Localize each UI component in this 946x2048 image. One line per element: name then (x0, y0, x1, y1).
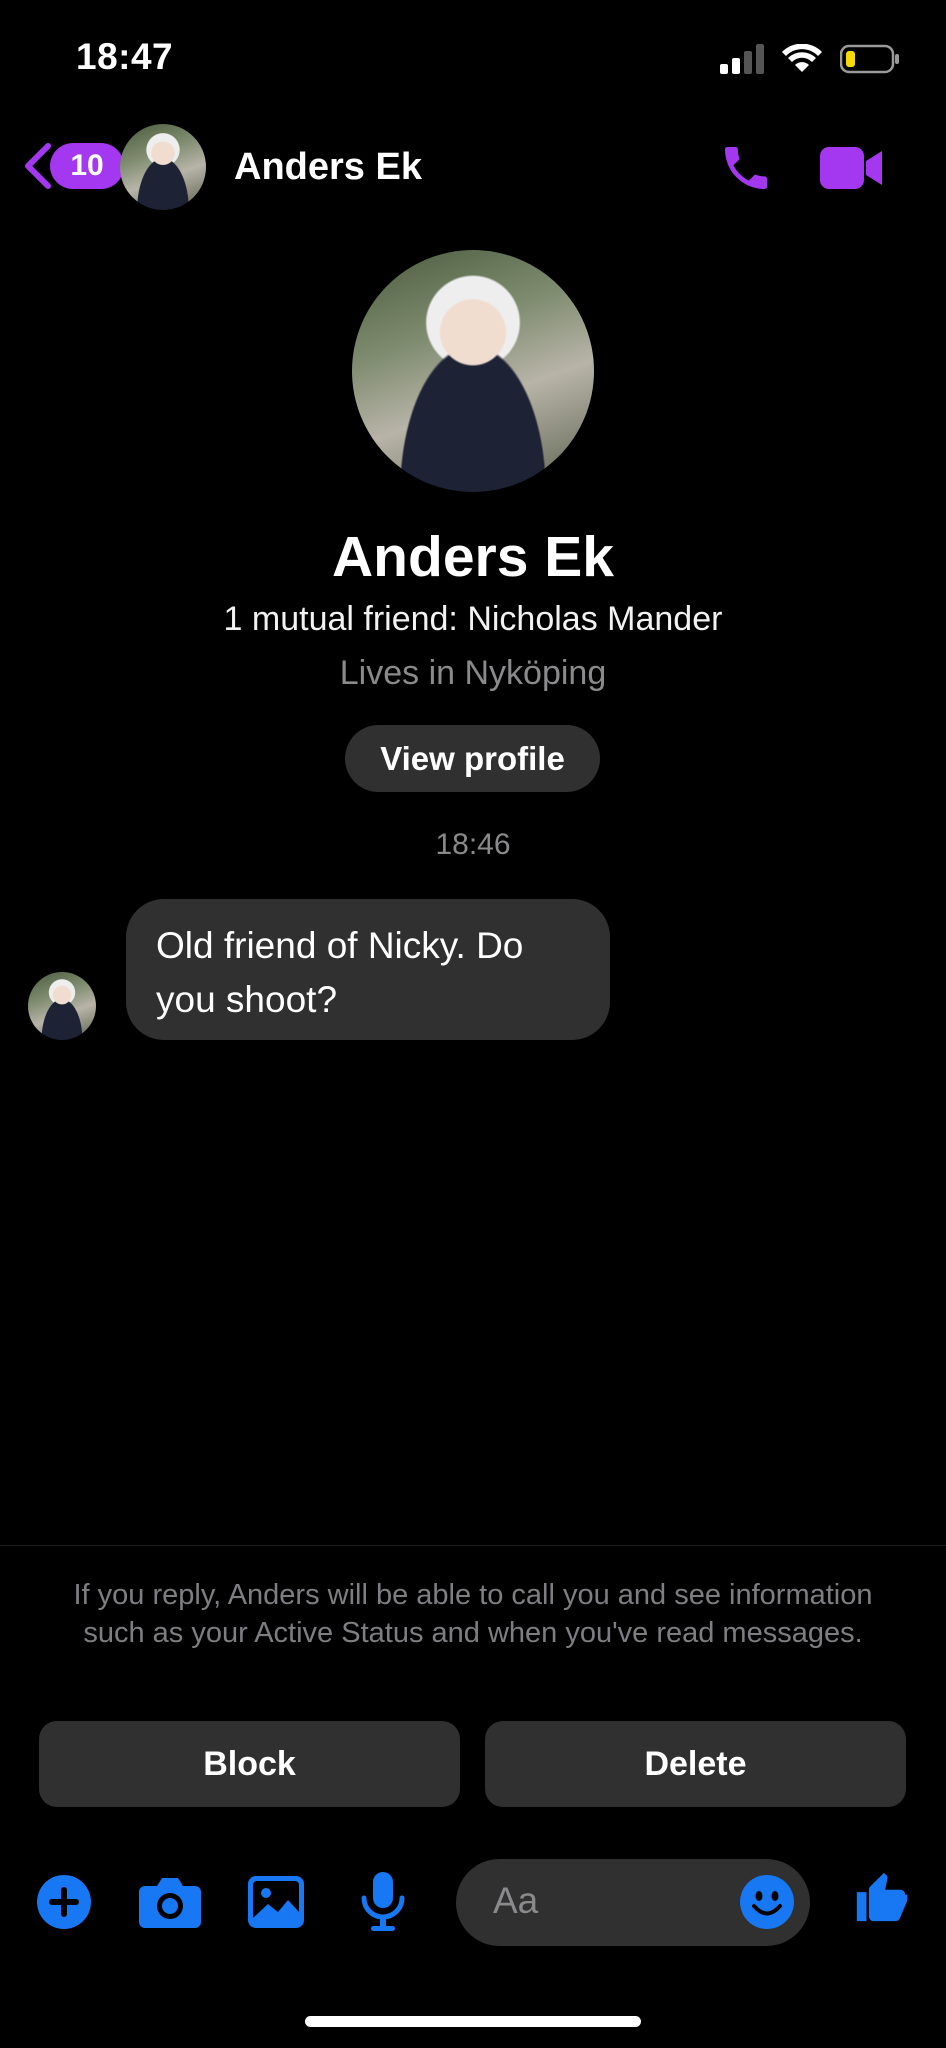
block-button[interactable]: Block (39, 1721, 460, 1807)
phone-icon (725, 147, 767, 189)
signal-icon (720, 44, 764, 74)
profile-location: Lives in Nyköping (339, 654, 607, 692)
camera-icon (139, 1878, 201, 1928)
message-input-placeholder: Aa (493, 1880, 539, 1921)
header-avatar[interactable] (120, 124, 206, 210)
message-bubble[interactable]: Old friend of Nicky. Do you shoot? (126, 899, 610, 1040)
video-camera-icon (820, 147, 882, 189)
like-button[interactable] (852, 1868, 910, 1931)
divider (0, 1545, 946, 1546)
more-actions-button[interactable] (36, 1872, 92, 1932)
contact-name[interactable]: Anders Ek (234, 146, 422, 189)
status-time: 18:47 (76, 36, 174, 77)
sender-avatar[interactable] (28, 972, 96, 1040)
smiley-icon (740, 1875, 794, 1929)
thumbs-up-icon (856, 1872, 908, 1922)
profile-name: Anders Ek (332, 525, 614, 589)
camera-button[interactable] (138, 1872, 202, 1932)
wifi-icon (782, 44, 822, 72)
delete-button[interactable]: Delete (485, 1721, 906, 1807)
profile-photo[interactable] (352, 250, 594, 492)
voice-call-button[interactable] (718, 140, 774, 201)
plus-icon (37, 1875, 91, 1929)
message-timestamp: 18:46 (435, 828, 511, 861)
video-call-button[interactable] (818, 145, 884, 196)
view-profile-button[interactable]: View profile (345, 725, 600, 792)
back-button[interactable]: 10 (20, 142, 124, 190)
unread-count-badge: 10 (50, 143, 124, 189)
microphone-icon (361, 1872, 405, 1931)
home-indicator[interactable] (305, 2016, 641, 2027)
mutual-friends: 1 mutual friend: Nicholas Mander (223, 600, 723, 638)
image-icon (248, 1876, 304, 1928)
request-notice: If you reply, Anders will be able to cal… (73, 1579, 873, 1649)
emoji-button[interactable] (740, 1875, 794, 1934)
status-icons (720, 44, 900, 74)
battery-icon (840, 44, 899, 74)
gallery-button[interactable] (247, 1872, 305, 1932)
voice-message-button[interactable] (358, 1872, 408, 1932)
